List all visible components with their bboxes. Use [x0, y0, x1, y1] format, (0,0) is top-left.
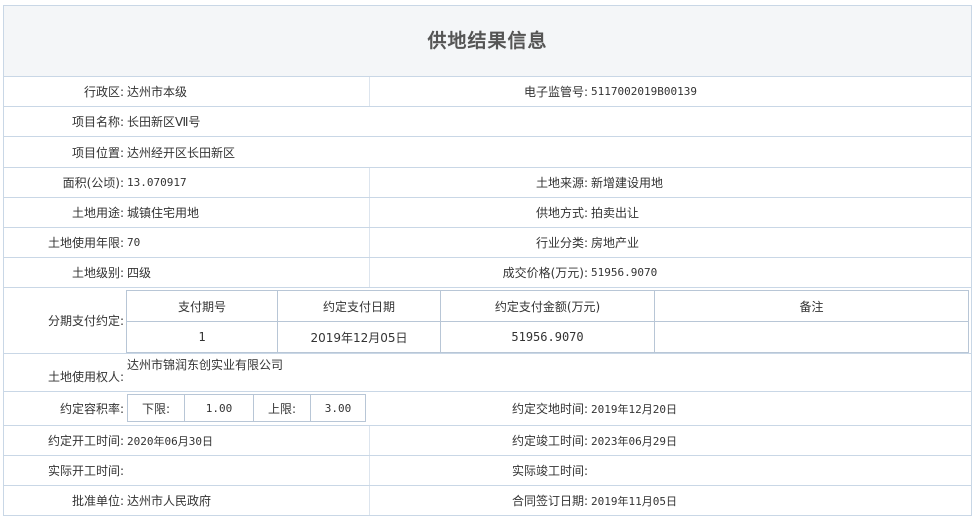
far-upper-value: 3.00: [310, 394, 366, 422]
area-value: 13.070917: [127, 176, 187, 189]
land-use-label: 土地用途:: [71, 206, 124, 220]
supply-method-label: 供地方式:: [535, 206, 588, 220]
district-label: 行政区:: [83, 85, 124, 99]
actual-complete-label: 实际竣工时间:: [511, 464, 588, 478]
row-use-years: 土地使用年限: 70 行业分类: 房地产业: [4, 228, 971, 258]
project-name-label: 项目名称:: [71, 115, 124, 129]
supervision-no-label: 电子监管号:: [523, 85, 588, 99]
installment-date-cell: 2019年12月05日: [277, 321, 441, 353]
district-value: 达州市本级: [127, 85, 188, 99]
project-location-label: 项目位置:: [71, 145, 124, 160]
contract-date-value: 2019年11月05日: [591, 494, 677, 508]
row-land-use: 土地用途: 城镇住宅用地 供地方式: 拍卖出让: [4, 198, 971, 228]
price-value: 51956.9070: [591, 266, 658, 279]
installment-period-cell: 1: [126, 321, 278, 353]
installment-col-date: 约定支付日期: [277, 290, 441, 322]
row-land-user: 土地使用权人: 达州市锦润东创实业有限公司: [4, 354, 971, 392]
area-label: 面积(公顷):: [62, 176, 124, 190]
actual-start-value: [126, 456, 369, 485]
supervision-no-value: 5117002019B00139: [591, 85, 697, 98]
use-years-value: 70: [127, 236, 141, 249]
supply-method-value: 拍卖出让: [591, 206, 640, 220]
row-actual-start: 实际开工时间: 实际竣工时间:: [4, 456, 971, 486]
installment-label: 分期支付约定:: [47, 314, 124, 328]
row-start-time: 约定开工时间: 2020年06月30日 约定竣工时间: 2023年06月29日: [4, 426, 971, 456]
complete-time-value: 2023年06月29日: [591, 434, 677, 448]
land-use-value: 城镇住宅用地: [127, 206, 200, 220]
installment-col-period: 支付期号: [126, 290, 278, 322]
installment-table: 支付期号 约定支付日期 约定支付金额(万元) 备注 1 2019年12月05日 …: [126, 290, 969, 353]
far-upper-label: 上限:: [253, 394, 311, 422]
start-time-label: 约定开工时间:: [47, 434, 124, 448]
land-user-value: 达州市锦润东创实业有限公司: [127, 358, 284, 372]
row-land-grade: 土地级别: 四级 成交价格(万元): 51956.9070: [4, 258, 971, 288]
far-lower-value: 1.00: [184, 394, 254, 422]
row-approver: 批准单位: 达州市人民政府 合同签订日期: 2019年11月05日: [4, 486, 971, 515]
installment-header-row: 支付期号 约定支付日期 约定支付金额(万元) 备注: [126, 290, 969, 322]
industry-value: 房地产业: [591, 236, 640, 250]
complete-time-label: 约定竣工时间:: [511, 434, 588, 448]
far-label: 约定容积率:: [59, 402, 124, 416]
actual-complete-value: [590, 456, 890, 485]
project-location-value: 达州经开区长田新区: [127, 145, 236, 160]
start-time-value: 2020年06月30日: [127, 434, 213, 448]
land-user-label: 土地使用权人:: [47, 370, 124, 384]
land-grade-label: 土地级别:: [71, 266, 124, 280]
industry-label: 行业分类:: [535, 236, 588, 250]
row-installment: 分期支付约定: 支付期号 约定支付日期 约定支付金额(万元) 备注 1 2019…: [4, 288, 971, 354]
supply-result-panel: 供地结果信息 行政区: 达州市本级 电子监管号: 5117002019B0013…: [3, 5, 972, 516]
actual-start-label: 实际开工时间:: [47, 464, 124, 478]
row-project-name: 项目名称: 长田新区Ⅶ号: [4, 107, 971, 137]
row-district: 行政区: 达州市本级 电子监管号: 5117002019B00139: [4, 77, 971, 107]
land-grade-value: 四级: [127, 266, 152, 280]
table-row: 1 2019年12月05日 51956.9070: [126, 321, 969, 353]
contract-date-label: 合同签订日期:: [511, 494, 588, 508]
installment-col-remark: 备注: [654, 290, 969, 322]
far-lower-label: 下限:: [127, 394, 185, 422]
installment-amount-cell: 51956.9070: [440, 321, 655, 353]
delivery-time-value: 2019年12月20日: [591, 402, 677, 416]
row-far: 约定容积率: 下限: 1.00 上限: 3.00 约定交地时间: 2019年12…: [4, 392, 971, 426]
land-source-value: 新增建设用地: [591, 176, 664, 190]
use-years-label: 土地使用年限:: [47, 236, 124, 250]
project-name-value: 长田新区Ⅶ号: [127, 115, 201, 129]
approver-value: 达州市人民政府: [127, 494, 212, 508]
price-label: 成交价格(万元):: [502, 266, 588, 280]
page-title: 供地结果信息: [4, 6, 971, 77]
land-source-label: 土地来源:: [535, 176, 588, 190]
row-area: 面积(公顷): 13.070917 土地来源: 新增建设用地: [4, 168, 971, 198]
approver-label: 批准单位:: [71, 494, 124, 508]
installment-col-amount: 约定支付金额(万元): [440, 290, 655, 322]
installment-remark-cell: [654, 321, 969, 353]
row-project-location: 项目位置: 达州经开区长田新区: [4, 137, 971, 168]
delivery-time-label: 约定交地时间:: [511, 402, 588, 416]
